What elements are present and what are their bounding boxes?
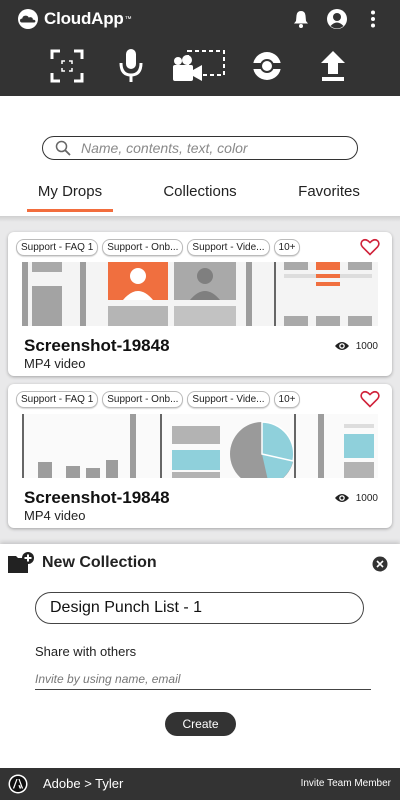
favorite-heart-icon[interactable] xyxy=(360,390,380,408)
screenshot-capture-icon[interactable] xyxy=(48,44,86,88)
view-count: 1000 xyxy=(334,340,378,352)
tag-more-chip[interactable]: 10+ xyxy=(273,239,301,256)
notification-bell-icon[interactable] xyxy=(290,8,312,30)
sheet-title: New Collection xyxy=(42,554,157,571)
tab-collections[interactable]: Collections xyxy=(152,182,248,216)
drop-card[interactable]: Support - FAQ 1 Support - Onb... Support… xyxy=(8,384,392,528)
tag-chip[interactable]: Support - Onb... xyxy=(102,239,184,256)
adobe-logo-icon xyxy=(8,774,28,794)
audio-record-icon[interactable] xyxy=(116,44,146,88)
collection-name-input[interactable] xyxy=(35,592,364,624)
close-icon[interactable] xyxy=(372,556,388,572)
search-bar[interactable] xyxy=(42,136,358,160)
drop-type: MP4 video xyxy=(24,508,86,523)
search-area: My Drops Collections Favorites xyxy=(0,96,400,216)
gif-record-icon[interactable] xyxy=(250,44,284,88)
tab-favorites[interactable]: Favorites xyxy=(290,182,368,216)
capture-toolbar xyxy=(0,44,400,90)
tag-list: Support - FAQ 1 Support - Onb... Support… xyxy=(16,391,301,408)
view-count-value: 1000 xyxy=(355,340,378,352)
view-count-value: 1000 xyxy=(355,492,378,504)
drop-title[interactable]: Screenshot-19848 xyxy=(24,488,170,508)
profile-icon[interactable] xyxy=(326,8,348,30)
new-collection-sheet: New Collection Share with others Create xyxy=(0,544,400,768)
search-input[interactable] xyxy=(81,140,331,156)
brand-name: CloudApp xyxy=(44,9,124,28)
brand: CloudApp ™ xyxy=(16,8,132,30)
drop-title[interactable]: Screenshot-19848 xyxy=(24,336,170,356)
drop-card[interactable]: Support - FAQ 1 Support - Onb... Support… xyxy=(8,232,392,376)
view-count: 1000 xyxy=(334,492,378,504)
eye-icon xyxy=(334,342,349,350)
more-vert-icon[interactable] xyxy=(362,8,384,30)
new-folder-icon xyxy=(8,552,34,573)
tag-chip[interactable]: Support - FAQ 1 xyxy=(16,239,99,256)
tag-list: Support - FAQ 1 Support - Onb... Support… xyxy=(16,239,301,256)
tab-bar: My Drops Collections Favorites xyxy=(0,182,400,216)
invite-team-link[interactable]: Invite Team Member xyxy=(301,778,391,789)
drop-thumbnail[interactable] xyxy=(22,414,378,478)
eye-icon xyxy=(334,494,349,502)
top-bar: CloudApp ™ xyxy=(0,0,400,96)
drop-thumbnail[interactable] xyxy=(22,262,378,326)
search-icon xyxy=(55,140,71,156)
share-label: Share with others xyxy=(35,644,137,659)
footer-bar: Adobe > Tyler Invite Team Member xyxy=(0,768,400,800)
invite-input[interactable] xyxy=(35,668,371,690)
cloud-logo-icon xyxy=(18,9,38,29)
tab-my-drops[interactable]: My Drops xyxy=(27,182,113,216)
trademark-mark: ™ xyxy=(124,15,132,23)
video-record-icon[interactable] xyxy=(172,44,226,88)
create-button[interactable]: Create xyxy=(165,712,236,736)
tag-chip[interactable]: Support - FAQ 1 xyxy=(16,391,99,408)
drop-type: MP4 video xyxy=(24,356,86,371)
upload-icon[interactable] xyxy=(318,44,348,88)
favorite-heart-icon[interactable] xyxy=(360,238,380,256)
sheet-header: New Collection xyxy=(8,552,157,574)
tag-chip[interactable]: Support - Vide... xyxy=(187,391,270,408)
tag-chip[interactable]: Support - Vide... xyxy=(187,239,270,256)
divider-shadow xyxy=(0,216,400,222)
org-breadcrumb[interactable]: Adobe > Tyler xyxy=(43,776,123,791)
tag-more-chip[interactable]: 10+ xyxy=(273,391,301,408)
tag-chip[interactable]: Support - Onb... xyxy=(102,391,184,408)
